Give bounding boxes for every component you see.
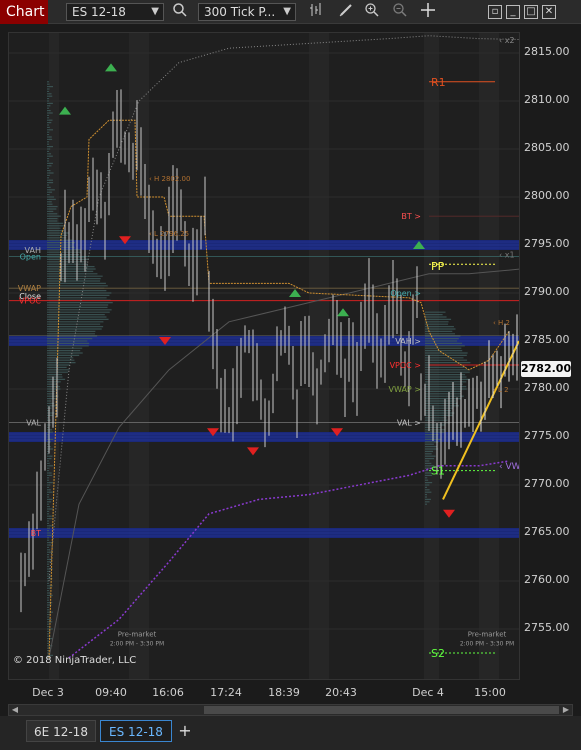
level-label-left: BT bbox=[31, 529, 41, 538]
search-icon[interactable] bbox=[170, 2, 190, 22]
current-price-marker: 2782.00 bbox=[521, 360, 572, 377]
level-label-left: Open bbox=[20, 253, 41, 262]
pivot-label: R1 bbox=[431, 76, 446, 89]
crosshair-icon[interactable] bbox=[418, 2, 438, 22]
price-tick-label: 2770.00 bbox=[524, 477, 570, 490]
session-high-label: ‹ H 2802.00 bbox=[149, 175, 190, 183]
chevron-down-icon: ▼ bbox=[151, 6, 159, 17]
session-low-label: ‹ L 2796.25 bbox=[149, 230, 189, 238]
swing-high-marker bbox=[337, 308, 349, 317]
price-tick-label: 2795.00 bbox=[524, 237, 570, 250]
price-tick-label: 2775.00 bbox=[524, 429, 570, 442]
price-tick-label: 2760.00 bbox=[524, 573, 570, 586]
chart-title-tab[interactable]: Chart bbox=[0, 0, 48, 24]
time-tick-label: Dec 3 bbox=[32, 686, 64, 699]
price-tick-label: 2815.00 bbox=[524, 45, 570, 58]
chevron-down-icon: ▼ bbox=[283, 6, 291, 17]
instrument-tabs: 6E 12-18 ES 12-18 + bbox=[0, 716, 581, 750]
price-tick-label: 2800.00 bbox=[524, 189, 570, 202]
chart-window: Chart ES 12-18 ▼ 300 Tick P... ▼ ▫ _ □ ✕… bbox=[0, 0, 581, 750]
price-tick-label: 2755.00 bbox=[524, 621, 570, 634]
close-icon[interactable]: ✕ bbox=[542, 5, 556, 19]
time-tick-label: Dec 4 bbox=[412, 686, 444, 699]
swing-low-marker bbox=[247, 447, 259, 456]
scroll-left-icon[interactable]: ◀ bbox=[9, 705, 21, 715]
session-shade bbox=[129, 33, 149, 679]
h2-label: ‹ H 2 bbox=[493, 319, 510, 327]
horizontal-scrollbar[interactable]: ◀ ▶ bbox=[8, 704, 573, 716]
price-axis[interactable]: 2815.00 2810.00 2805.00 2800.00 2795.00 2790.… bbox=[520, 32, 573, 680]
premarket-time-label: 2:00 PM - 3:30 PM bbox=[460, 641, 514, 648]
session-shade bbox=[424, 33, 439, 679]
interval-label: 300 Tick P... bbox=[204, 5, 276, 19]
time-tick-label: 15:00 bbox=[474, 686, 506, 699]
time-tick-label: 09:40 bbox=[95, 686, 127, 699]
chart-toolbar: Chart ES 12-18 ▼ 300 Tick P... ▼ ▫ _ □ ✕ bbox=[0, 0, 581, 24]
zoom-in-icon[interactable] bbox=[362, 2, 382, 22]
time-tick-label: 18:39 bbox=[268, 686, 300, 699]
scroll-right-icon[interactable]: ▶ bbox=[560, 705, 572, 715]
level-label-right: VWAP > bbox=[389, 385, 422, 394]
price-tick-label: 2790.00 bbox=[524, 285, 570, 298]
minimize-icon[interactable]: _ bbox=[506, 5, 520, 19]
level-label-right: VAH > bbox=[395, 337, 421, 346]
add-tab-button[interactable]: + bbox=[176, 720, 194, 742]
x2-label: ‹ x2 bbox=[499, 36, 515, 45]
price-tick-label: 2810.00 bbox=[524, 93, 570, 106]
interval-selector[interactable]: 300 Tick P... ▼ bbox=[198, 3, 296, 21]
time-tick-label: 16:06 bbox=[152, 686, 184, 699]
instrument-selector[interactable]: ES 12-18 ▼ bbox=[66, 3, 164, 21]
tab-6e[interactable]: 6E 12-18 bbox=[26, 720, 96, 742]
premarket-label: Pre-market bbox=[468, 631, 507, 639]
x1-label: ‹ x1 bbox=[499, 251, 515, 260]
zoom-out-icon[interactable] bbox=[390, 2, 410, 22]
swing-low-marker bbox=[443, 509, 455, 518]
restore-icon[interactable]: ▫ bbox=[488, 5, 502, 19]
price-tick-label: 2785.00 bbox=[524, 333, 570, 346]
premarket-label: Pre-market bbox=[118, 631, 157, 639]
l2-label: ‹ L 2 bbox=[493, 386, 509, 394]
copyright-text: © 2018 NinjaTrader, LLC bbox=[13, 655, 137, 666]
session-shade bbox=[309, 33, 329, 679]
pivot-label: S1 bbox=[431, 465, 445, 478]
level-label-right: VAL > bbox=[397, 419, 421, 428]
time-tick-label: 17:24 bbox=[210, 686, 242, 699]
time-axis[interactable]: Dec 3 09:40 16:06 17:24 18:39 20:43 Dec 4 15:00 bbox=[8, 680, 520, 702]
swing-high-marker bbox=[105, 63, 117, 72]
price-chart[interactable]: VAHOpenVWAPCloseVPOCVALBTR1BT >PPOpen >V… bbox=[9, 33, 520, 680]
tab-es[interactable]: ES 12-18 bbox=[100, 720, 172, 742]
price-tick-label: 2805.00 bbox=[524, 141, 570, 154]
level-label-right: Open > bbox=[390, 289, 421, 298]
bar-type-icon[interactable] bbox=[306, 2, 326, 22]
level-label-right: BT > bbox=[401, 212, 421, 221]
pivot-label: S2 bbox=[431, 647, 445, 660]
chart-panel[interactable]: VAH Open VWAP Close VPOC VAL BT R1 BT > PP Open > V… bbox=[8, 32, 520, 680]
instrument-label: ES 12-18 bbox=[72, 5, 126, 19]
vw-label: ‹ VW bbox=[499, 462, 520, 472]
maximize-icon[interactable]: □ bbox=[524, 5, 538, 19]
scrollbar-thumb[interactable] bbox=[204, 706, 559, 714]
price-tick-label: 2765.00 bbox=[524, 525, 570, 538]
price-tick-label: 2780.00 bbox=[524, 381, 570, 394]
premarket-time-label: 2:00 PM - 3:30 PM bbox=[110, 641, 164, 648]
swing-high-marker bbox=[59, 106, 71, 115]
level-label-left: VAL bbox=[26, 419, 41, 428]
time-tick-label: 20:43 bbox=[325, 686, 357, 699]
drawing-tool-icon[interactable] bbox=[336, 2, 356, 22]
level-label-right: VPOC > bbox=[390, 361, 421, 370]
pivot-label: PP bbox=[431, 260, 445, 273]
level-label-left: VPOC bbox=[19, 297, 42, 306]
